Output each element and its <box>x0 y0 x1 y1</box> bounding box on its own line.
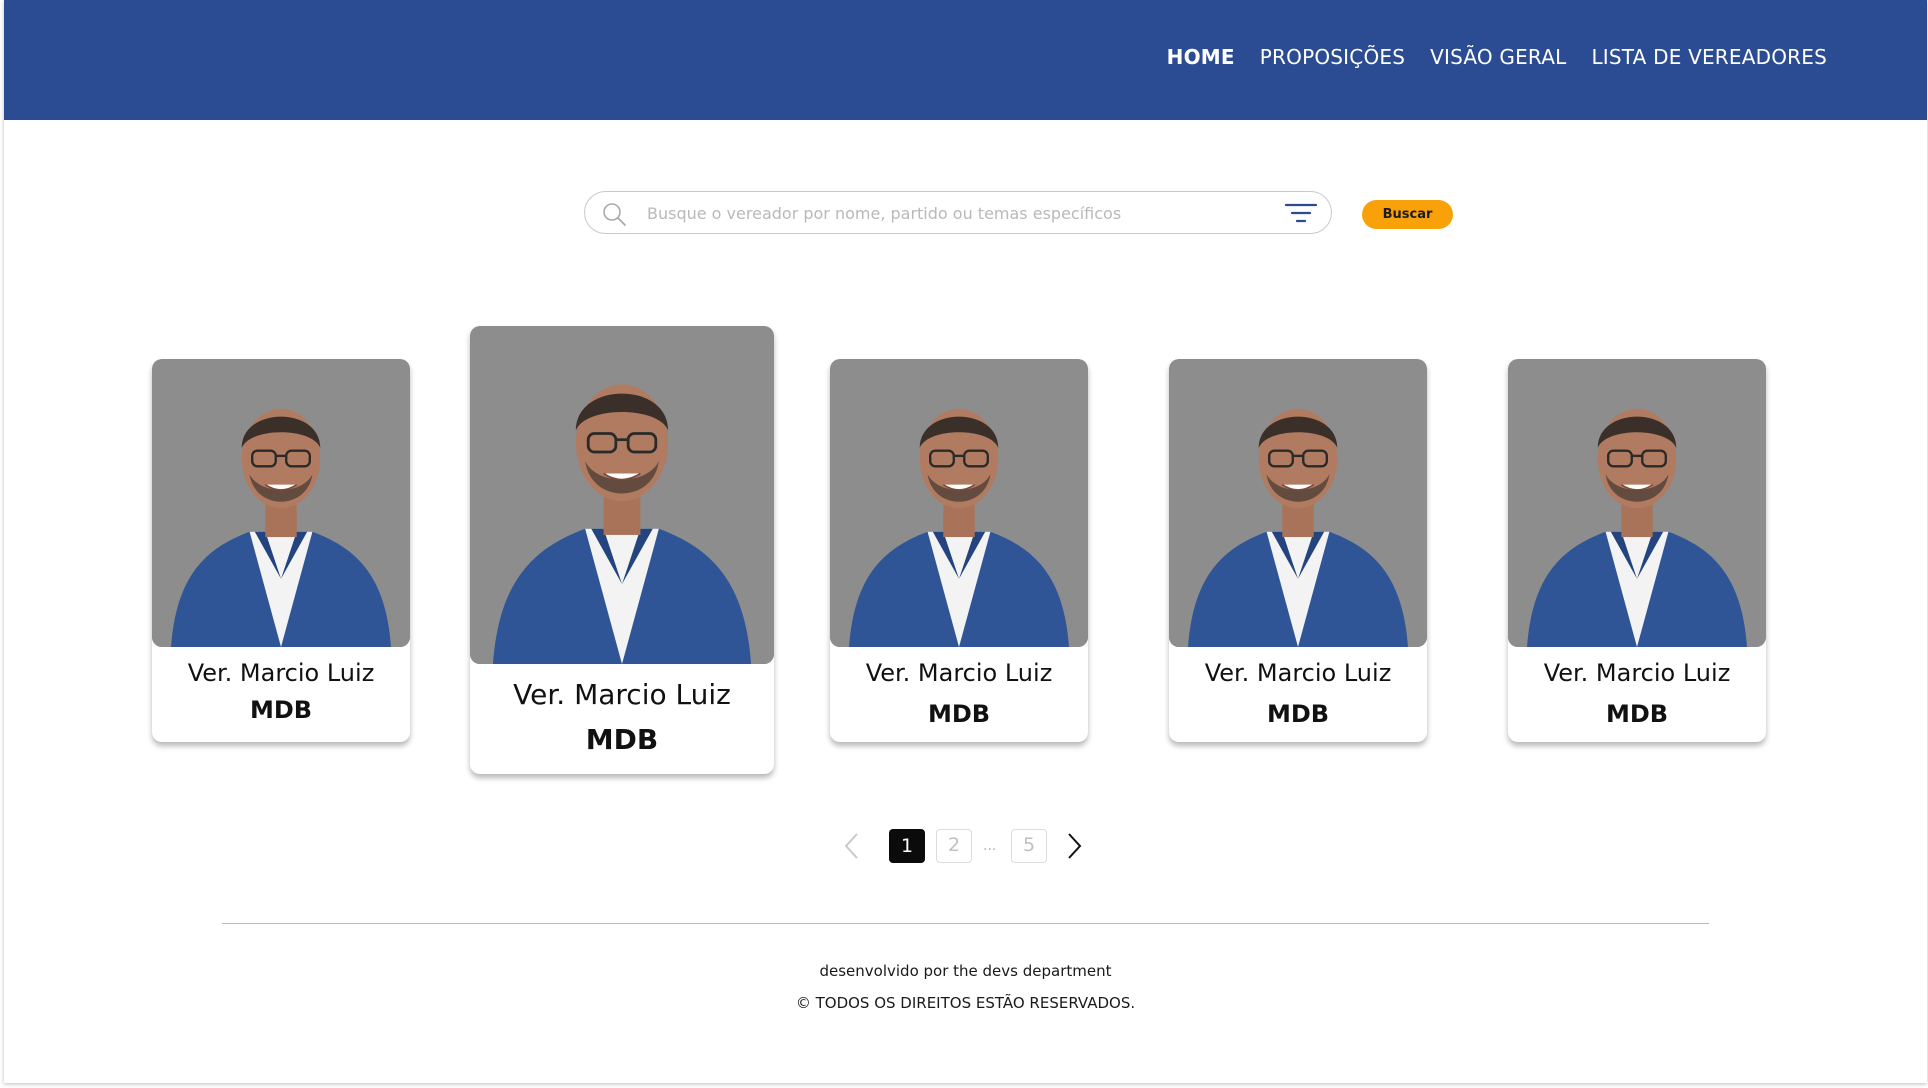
search-button[interactable]: Buscar <box>1362 200 1453 229</box>
footer-credit: desenvolvido por the devs department <box>819 962 1112 980</box>
portrait-photo <box>1508 359 1766 647</box>
page-ellipsis: ... <box>983 838 997 854</box>
nav-visao-geral-link[interactable]: VISÃO GERAL <box>1430 45 1566 69</box>
councilor-party: MDB <box>927 700 991 728</box>
councilor-photo <box>152 359 410 647</box>
councilor-name: Ver. Marcio Luiz <box>187 659 375 687</box>
main-nav: HOME PROPOSIÇÕES VISÃO GERAL LISTA DE VE… <box>1167 45 1827 69</box>
councilor-card[interactable]: Ver. Marcio Luiz MDB <box>1508 359 1766 742</box>
councilor-card[interactable]: Ver. Marcio Luiz MDB <box>470 326 774 774</box>
councilor-name: Ver. Marcio Luiz <box>1543 659 1731 687</box>
councilor-party: MDB <box>1605 700 1669 728</box>
portrait-photo <box>1169 359 1427 647</box>
chevron-right-icon[interactable] <box>1061 830 1087 862</box>
nav-home-link[interactable]: HOME <box>1167 45 1235 69</box>
councilor-name: Ver. Marcio Luiz <box>513 678 731 711</box>
councilor-photo <box>1169 359 1427 647</box>
nav-proposicoes-link[interactable]: PROPOSIÇÕES <box>1260 45 1405 69</box>
search-bar <box>584 191 1332 234</box>
councilor-card[interactable]: Ver. Marcio Luiz MDB <box>830 359 1088 742</box>
page: HOME PROPOSIÇÕES VISÃO GERAL LISTA DE VE… <box>4 0 1927 1083</box>
chevron-left-icon[interactable] <box>839 830 865 862</box>
councilor-name: Ver. Marcio Luiz <box>1204 659 1392 687</box>
search-input[interactable] <box>645 196 1249 231</box>
councilor-card[interactable]: Ver. Marcio Luiz MDB <box>152 359 410 742</box>
top-navbar: HOME PROPOSIÇÕES VISÃO GERAL LISTA DE VE… <box>4 0 1927 120</box>
footer-rights: © TODOS OS DIREITOS ESTÃO RESERVADOS. <box>795 994 1136 1012</box>
councilor-photo <box>470 326 774 664</box>
councilor-party: MDB <box>1266 700 1330 728</box>
portrait-photo <box>152 359 410 647</box>
councilor-photo <box>830 359 1088 647</box>
councilor-photo <box>1508 359 1766 647</box>
portrait-photo <box>470 326 774 664</box>
councilor-name: Ver. Marcio Luiz <box>865 659 1053 687</box>
page-button-current[interactable]: 1 <box>889 829 925 863</box>
page-button-last[interactable]: 5 <box>1011 829 1047 863</box>
portrait-photo <box>830 359 1088 647</box>
page-button-next[interactable]: 2 <box>936 829 972 863</box>
councilor-party: MDB <box>249 696 313 724</box>
filter-icon[interactable] <box>1285 202 1317 224</box>
search-icon <box>603 203 626 226</box>
nav-lista-vereadores-link[interactable]: LISTA DE VEREADORES <box>1591 45 1827 69</box>
councilor-party: MDB <box>585 723 659 756</box>
footer-divider <box>222 923 1709 924</box>
councilor-card[interactable]: Ver. Marcio Luiz MDB <box>1169 359 1427 742</box>
